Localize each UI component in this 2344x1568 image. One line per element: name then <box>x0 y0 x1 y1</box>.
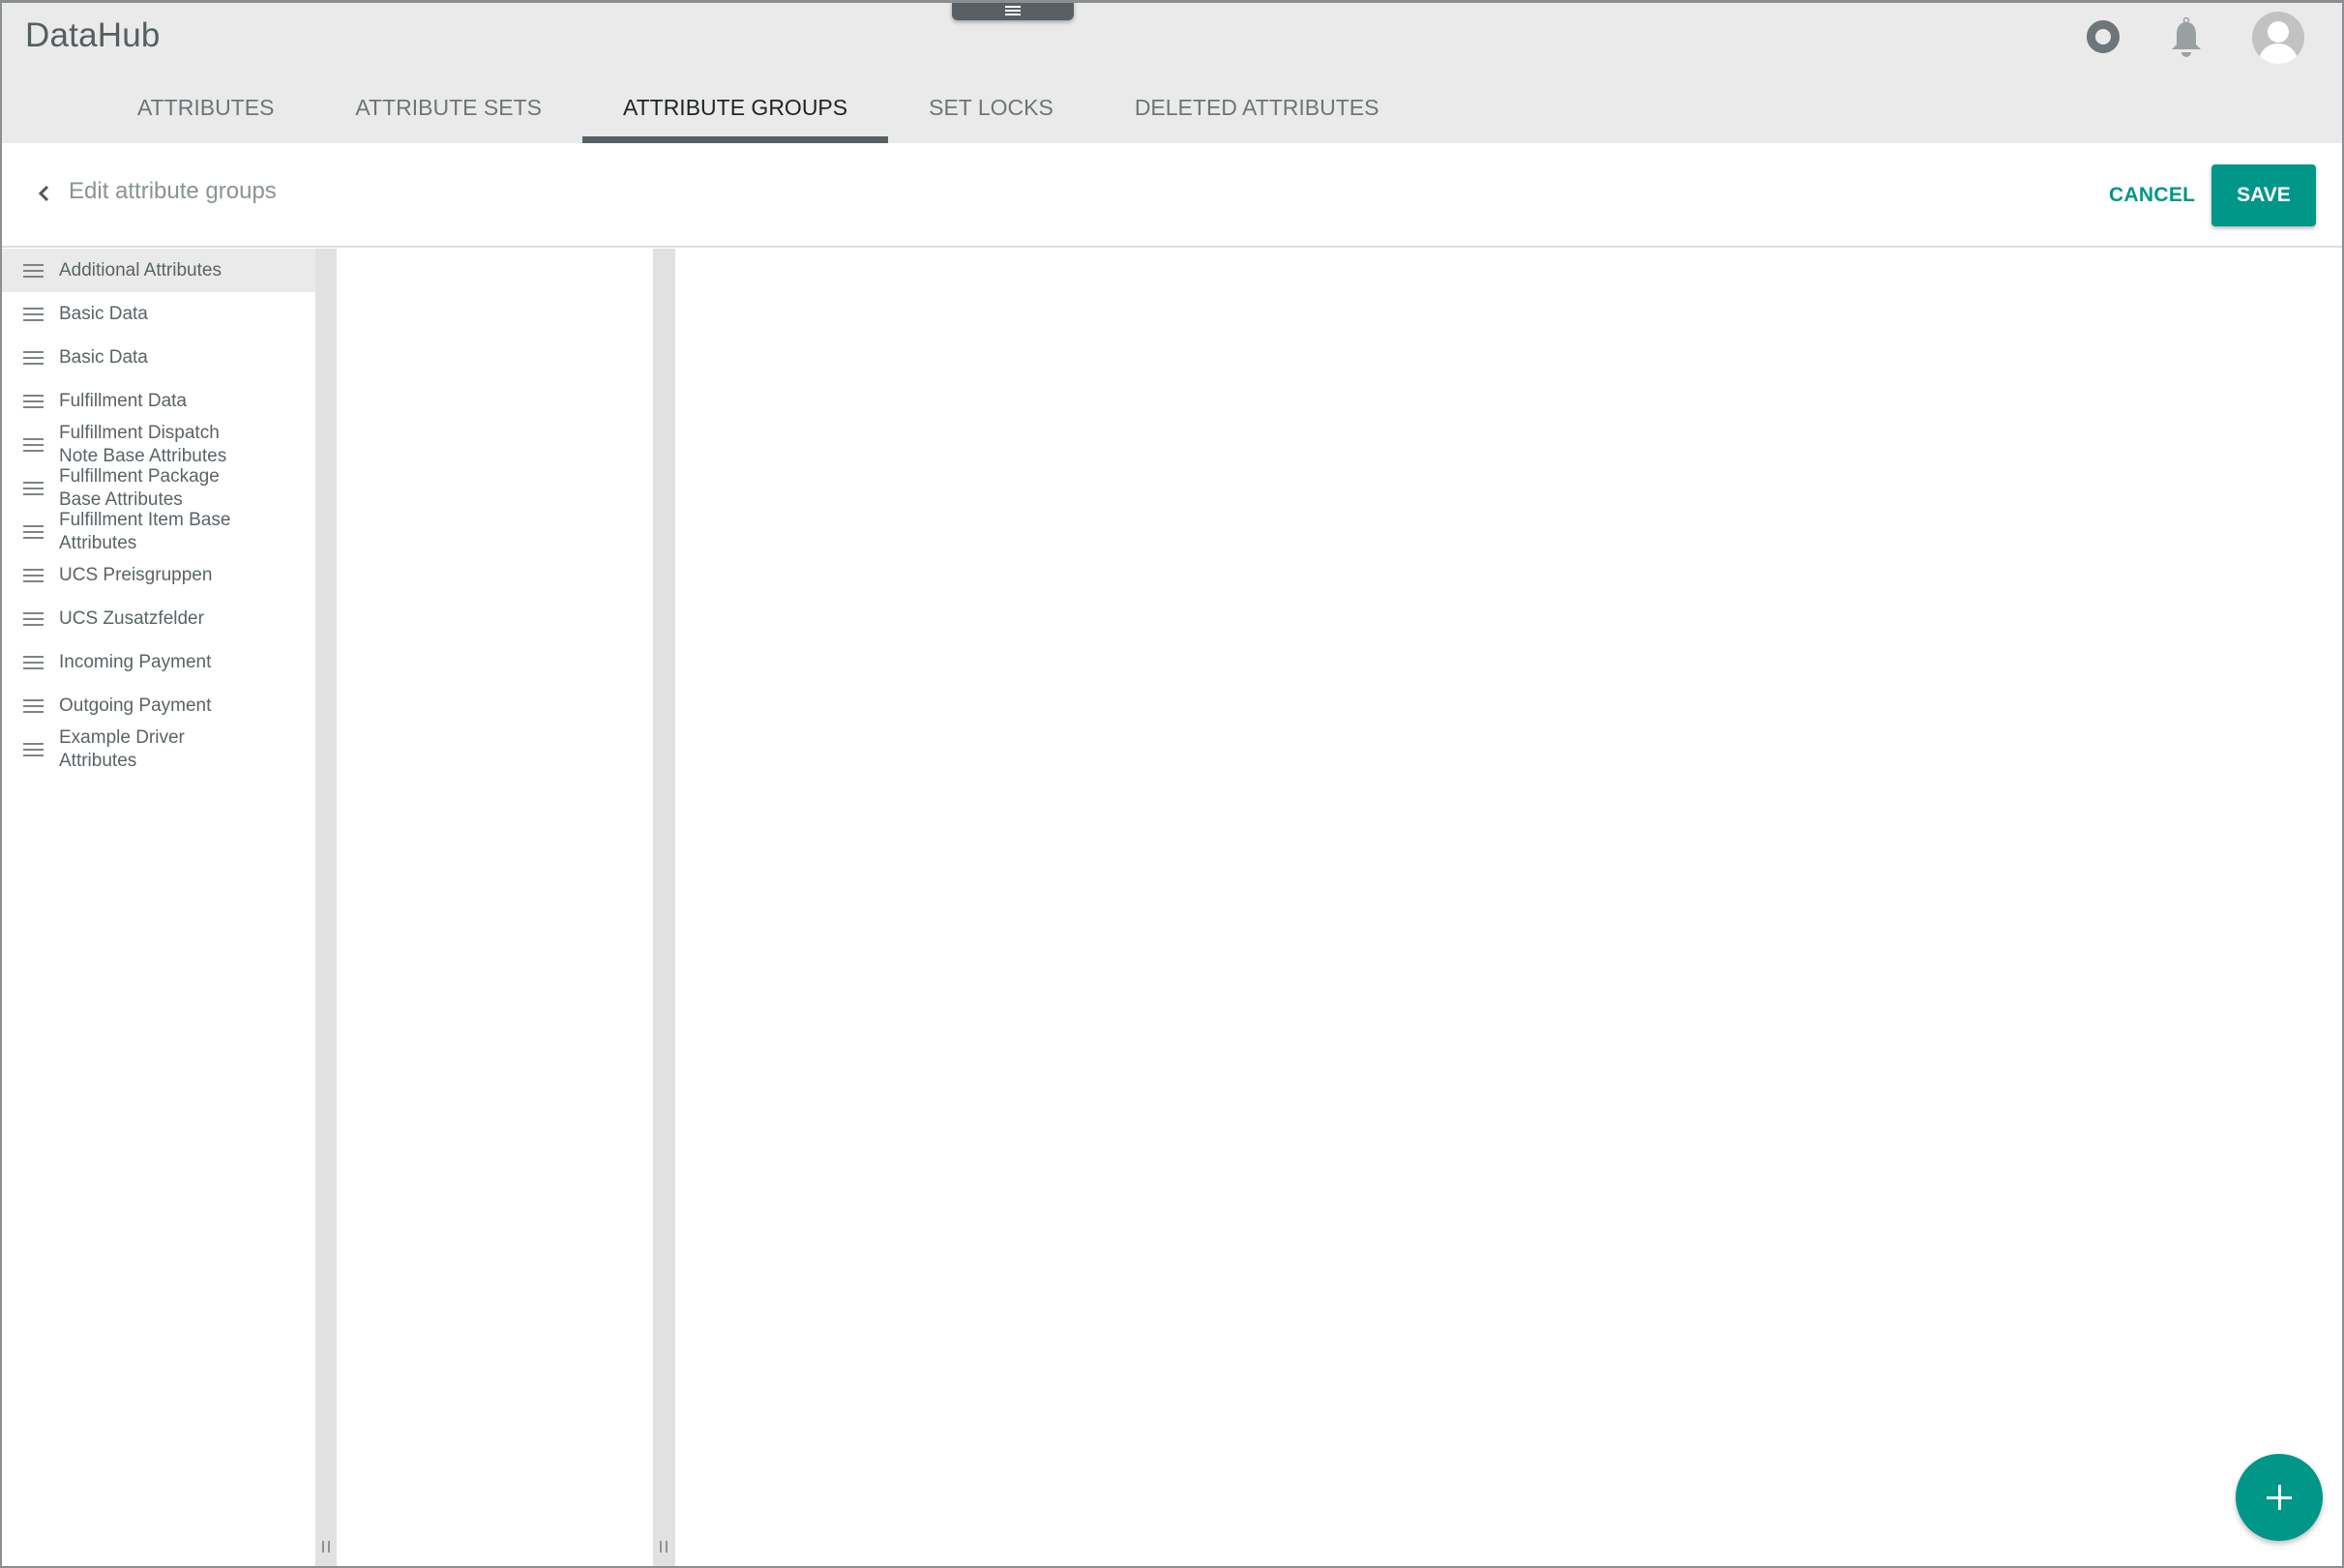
detail-panel <box>675 249 2342 1566</box>
drag-handle-icon[interactable] <box>23 742 44 756</box>
list-item[interactable]: Fulfillment Data <box>2 379 315 423</box>
app-window: DataHub ATTRIBUTES ATTRIBUTE SETS ATTRIB… <box>0 0 2344 1568</box>
user-avatar-icon <box>2258 21 2299 64</box>
drag-handle-icon[interactable] <box>23 394 44 408</box>
attribute-column <box>337 249 653 1566</box>
list-item[interactable]: Fulfillment Package Base Attributes <box>2 466 315 510</box>
list-item-label: Additional Attributes <box>59 259 222 281</box>
app-header: DataHub ATTRIBUTES ATTRIBUTE SETS ATTRIB… <box>2 3 2342 143</box>
list-item[interactable]: Incoming Payment <box>2 640 315 684</box>
resize-grip-icon <box>322 1541 330 1553</box>
save-button[interactable]: SAVE <box>2211 164 2316 226</box>
list-item-label: Example Driver Attributes <box>59 726 185 771</box>
list-item-label: UCS Preisgruppen <box>59 564 213 585</box>
cancel-button[interactable]: CANCEL <box>2092 164 2212 226</box>
page-title: Edit attribute groups <box>69 178 277 204</box>
drag-handle-icon[interactable] <box>23 350 44 365</box>
add-group-button[interactable] <box>2236 1454 2323 1541</box>
bell-icon[interactable] <box>2169 16 2204 59</box>
tab-label: ATTRIBUTE GROUPS <box>622 95 848 120</box>
drag-handle-icon[interactable] <box>23 524 44 539</box>
column-splitter-2[interactable] <box>653 249 675 1566</box>
tab-label: SET LOCKS <box>929 95 1053 120</box>
tab-attributes[interactable]: ATTRIBUTES <box>97 80 314 143</box>
tab-bar: ATTRIBUTES ATTRIBUTE SETS ATTRIBUTE GROU… <box>97 80 1419 143</box>
plus-icon <box>2267 1485 2292 1510</box>
list-item[interactable]: UCS Preisgruppen <box>2 553 315 597</box>
chevron-left-icon[interactable] <box>31 180 58 207</box>
user-avatar[interactable] <box>2252 12 2304 64</box>
column-splitter-1[interactable] <box>315 249 337 1566</box>
tab-deleted-attributes[interactable]: DELETED ATTRIBUTES <box>1094 80 1420 143</box>
drawer-toggle-button[interactable] <box>952 3 1074 20</box>
list-item[interactable]: Fulfillment Item Base Attributes <box>2 510 315 553</box>
drag-handle-icon[interactable] <box>23 307 44 321</box>
tab-attribute-groups[interactable]: ATTRIBUTE GROUPS <box>581 80 889 143</box>
tab-attribute-sets[interactable]: ATTRIBUTE SETS <box>314 80 582 143</box>
list-item-label: Incoming Payment <box>59 651 212 672</box>
list-item-label: Outgoing Payment <box>59 695 212 716</box>
drag-handle-icon[interactable] <box>23 655 44 669</box>
list-item-label: Fulfillment Dispatch Note Base Attribute… <box>59 422 227 466</box>
edit-toolbar: Edit attribute groups CANCEL SAVE <box>2 143 2342 248</box>
list-item-label: Fulfillment Package Base Attributes <box>59 465 220 510</box>
list-item[interactable]: Example Driver Attributes <box>2 727 315 771</box>
drag-handle-icon[interactable] <box>23 263 44 278</box>
list-item[interactable]: Additional Attributes <box>2 249 315 292</box>
attribute-group-list: Additional Attributes Basic Data Basic D… <box>2 249 315 1566</box>
drag-handle-icon[interactable] <box>23 481 44 495</box>
drag-handle-icon[interactable] <box>23 568 44 582</box>
list-item-label: Basic Data <box>59 303 148 324</box>
list-item[interactable]: Fulfillment Dispatch Note Base Attribute… <box>2 423 315 466</box>
drag-handle-icon[interactable] <box>23 437 44 452</box>
list-item[interactable]: UCS Zusatzfelder <box>2 597 315 640</box>
drag-handle-icon[interactable] <box>23 698 44 713</box>
drag-handle-icon[interactable] <box>23 611 44 626</box>
tab-label: ATTRIBUTES <box>137 95 275 120</box>
tab-set-locks[interactable]: SET LOCKS <box>888 80 1094 143</box>
menu-lines-icon <box>1005 6 1021 15</box>
list-item-label: Fulfillment Data <box>59 390 187 411</box>
list-item-label: Basic Data <box>59 346 148 368</box>
list-item[interactable]: Basic Data <box>2 336 315 379</box>
list-item[interactable]: Basic Data <box>2 292 315 336</box>
app-title: DataHub <box>25 16 161 54</box>
list-item-label: UCS Zusatzfelder <box>59 607 204 629</box>
tab-label: ATTRIBUTE SETS <box>355 95 542 120</box>
list-item-label: Fulfillment Item Base Attributes <box>59 509 231 553</box>
tab-label: DELETED ATTRIBUTES <box>1134 95 1380 120</box>
resize-grip-icon <box>660 1541 668 1553</box>
list-item[interactable]: Outgoing Payment <box>2 684 315 727</box>
status-ring-icon[interactable] <box>2087 20 2120 53</box>
